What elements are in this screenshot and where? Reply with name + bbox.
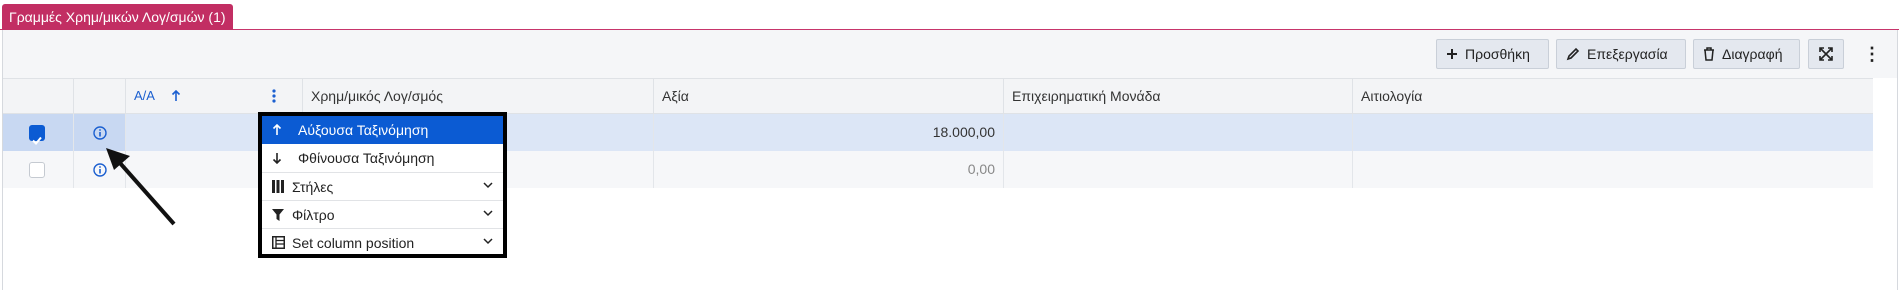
edit-button-label: Επεξεργασία: [1587, 46, 1668, 62]
cell-business-unit[interactable]: [1004, 151, 1353, 188]
menu-item-columns[interactable]: Στήλες: [262, 172, 503, 200]
cell-value[interactable]: 0,00: [654, 151, 1004, 188]
arrow-up-icon: [272, 124, 282, 135]
arrow-down-icon: [272, 153, 282, 164]
menu-item-label: Φίλτρο: [292, 207, 335, 223]
info-icon[interactable]: [93, 126, 107, 140]
column-header-account[interactable]: Χρημ/μικός Λογ/σμός: [303, 79, 654, 113]
column-header-business-unit[interactable]: Επιχειρηματική Μονάδα: [1004, 79, 1353, 113]
chevron-down-icon: [483, 238, 493, 245]
tab-bar: Γραμμές Χρημ/μικών Λογ/σμών (1): [0, 0, 1899, 30]
row-checkbox[interactable]: [29, 162, 45, 178]
menu-item-label: Αύξουσα Ταξινόμηση: [298, 122, 429, 138]
plus-icon: [1447, 49, 1457, 59]
info-header: [74, 79, 126, 113]
sort-asc-icon: [171, 90, 181, 101]
delete-button[interactable]: Διαγραφή: [1693, 39, 1800, 69]
column-header-value[interactable]: Αξία: [654, 79, 1004, 113]
row-checkbox[interactable]: [29, 125, 45, 145]
expand-icon: [1819, 47, 1833, 61]
menu-item-label: Set column position: [292, 235, 415, 251]
columns-icon: [272, 180, 284, 193]
pencil-icon: [1566, 47, 1580, 61]
toolbar: Προσθήκη Επεξεργασία Διαγραφή ⋮: [3, 30, 1897, 78]
checkmark-icon: [32, 136, 42, 145]
menu-item-sort-ascending[interactable]: Αύξουσα Ταξινόμηση: [262, 116, 503, 144]
menu-item-sort-descending[interactable]: Φθίνουσα Ταξινόμηση: [262, 144, 503, 172]
grid-header: Α/Α Χρημ/μικός Λογ/σμός Αξία Επιχειρηματ…: [3, 78, 1873, 114]
menu-item-set-column-position[interactable]: Set column position: [262, 228, 503, 256]
annotation-arrow-icon: [106, 148, 176, 226]
row-select-cell[interactable]: [3, 114, 74, 151]
row-select-cell[interactable]: [3, 151, 74, 188]
column-header-aa[interactable]: Α/Α: [126, 79, 303, 113]
chevron-down-icon: [483, 210, 493, 217]
edit-button[interactable]: Επεξεργασία: [1556, 39, 1686, 69]
filter-icon: [272, 209, 284, 221]
menu-item-label: Στήλες: [292, 179, 334, 195]
menu-item-label: Φθίνουσα Ταξινόμηση: [298, 150, 435, 166]
column-header-aa-label: Α/Α: [134, 88, 155, 103]
delete-button-label: Διαγραφή: [1722, 46, 1783, 62]
chevron-down-icon: [483, 182, 493, 189]
column-header-reason[interactable]: Αιτιολογία: [1353, 79, 1873, 113]
cell-value[interactable]: 18.000,00: [654, 114, 1004, 151]
cell-reason[interactable]: [1353, 114, 1873, 151]
add-button-label: Προσθήκη: [1465, 46, 1530, 62]
add-button[interactable]: Προσθήκη: [1436, 39, 1549, 69]
tab-financial-lines[interactable]: Γραμμές Χρημ/μικών Λογ/σμών (1): [2, 4, 233, 30]
select-all-header[interactable]: [3, 79, 74, 113]
cell-business-unit[interactable]: [1004, 114, 1353, 151]
cell-reason[interactable]: [1353, 151, 1873, 188]
fullscreen-button[interactable]: [1808, 39, 1844, 69]
column-menu-icon[interactable]: [272, 89, 276, 103]
more-options-button[interactable]: ⋮: [1863, 39, 1881, 69]
trash-icon: [1704, 47, 1714, 61]
table-icon: [272, 236, 285, 249]
column-context-menu: Αύξουσα Ταξινόμηση Φθίνουσα Ταξινόμηση Σ…: [258, 112, 507, 258]
menu-item-filter[interactable]: Φίλτρο: [262, 200, 503, 228]
